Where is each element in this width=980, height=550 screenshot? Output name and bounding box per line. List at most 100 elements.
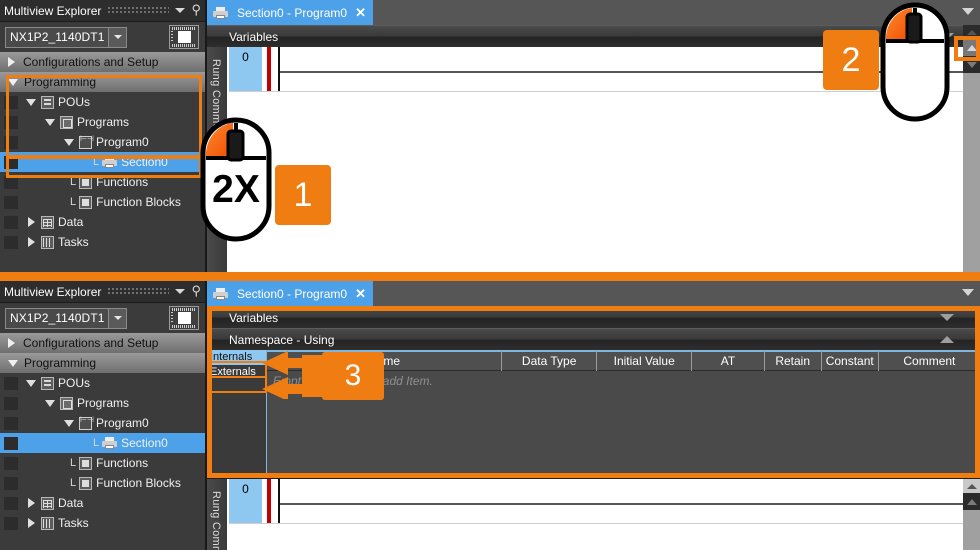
ladder-rung-line	[280, 503, 963, 505]
tab-section0-program0[interactable]: Section0 - Program0 ✕	[207, 0, 373, 25]
sidebar-item-tasks[interactable]: Tasks	[0, 232, 205, 252]
triangle-right-icon[interactable]	[28, 498, 35, 508]
sidebar-item-functions[interactable]: L Functions	[0, 453, 205, 473]
sidebar-item-section0[interactable]: L Section0	[0, 433, 205, 453]
tab-label: Section0 - Program0	[237, 286, 348, 301]
sidebar-item-data[interactable]: Data	[0, 493, 205, 513]
tasks-icon	[41, 516, 54, 530]
column-header-at[interactable]: AT	[692, 350, 765, 372]
ladder-row-separator	[229, 523, 963, 524]
rung-error-marker	[267, 47, 271, 91]
triangle-right-icon[interactable]	[28, 237, 35, 247]
editor-vertical-scrollbar-bottom[interactable]	[963, 479, 980, 550]
device-dropdown[interactable]: NX1P2_1140DT1	[5, 307, 128, 329]
device-dropdown[interactable]: NX1P2_1140DT1	[5, 26, 128, 48]
column-header-constant[interactable]: Constant	[822, 350, 879, 372]
controller-chip-icon	[169, 25, 199, 49]
project-tree-bottom: Configurations and Setup Programming POU…	[0, 333, 205, 533]
sidebar-item-program0[interactable]: Program0	[0, 132, 205, 152]
editor-vertical-scrollbar-top[interactable]	[963, 25, 980, 272]
scroll-up-arrow-icon[interactable]	[963, 39, 980, 56]
triangle-down-icon[interactable]	[8, 359, 18, 367]
program-icon	[79, 415, 94, 430]
sidebar-item-pous[interactable]: POUs	[0, 92, 205, 112]
pin-icon[interactable]: ⚲	[191, 284, 201, 297]
sidebar-item-configurations[interactable]: Configurations and Setup	[0, 333, 205, 353]
rung-comment-column: Rung Comment	[207, 479, 227, 550]
chevron-down-icon[interactable]	[962, 8, 974, 15]
column-header-initial-value[interactable]: Initial Value	[597, 350, 693, 372]
tab-externals[interactable]: Externals	[207, 365, 266, 380]
close-icon[interactable]: ✕	[355, 5, 366, 21]
program-icon	[79, 134, 94, 149]
column-header-name[interactable]: Name	[267, 350, 503, 372]
scroll-collapse-icon[interactable]	[963, 25, 980, 39]
sidebar-item-programming[interactable]: Programming	[0, 353, 205, 373]
close-icon[interactable]: ✕	[355, 286, 366, 302]
sidebar-item-program0[interactable]: Program0	[0, 413, 205, 433]
tasks-icon	[41, 235, 54, 249]
pou-icon	[41, 95, 54, 109]
mouse-double-click-icon: 2X	[200, 117, 272, 245]
triangle-down-icon[interactable]	[26, 98, 36, 106]
chevron-down-icon[interactable]	[175, 8, 186, 13]
sidebar-item-label: Section0	[121, 436, 168, 450]
bottom-screenshot-panel: Multiview Explorer ⚲ NX1P2_1140DT1 Confi…	[0, 281, 980, 550]
tab-section0-program0[interactable]: Section0 - Program0 ✕	[207, 281, 373, 306]
ladder-editor-bottom: Section0 - Program0 ✕ Variables Namespac…	[207, 281, 980, 550]
chevron-down-icon[interactable]	[108, 308, 127, 328]
multiview-explorer-titlebar: Multiview Explorer ⚲	[0, 0, 205, 22]
scroll-down-arrow-icon[interactable]	[963, 56, 980, 73]
multiview-explorer-titlebar: Multiview Explorer ⚲	[0, 281, 205, 303]
sidebar-item-programs[interactable]: Programs	[0, 112, 205, 132]
tab-internals[interactable]: Internals	[207, 350, 266, 365]
scrollbar-thumb[interactable]	[963, 73, 980, 272]
sidebar-item-programming[interactable]: Programming	[0, 72, 205, 92]
triangle-down-icon[interactable]	[8, 78, 18, 86]
sidebar-item-data[interactable]: Data	[0, 212, 205, 232]
section-ladder-icon	[102, 156, 118, 168]
triangle-right-icon[interactable]	[8, 338, 15, 348]
column-header-retain[interactable]: Retain	[765, 350, 822, 372]
chevron-up-icon[interactable]	[940, 336, 954, 343]
sidebar-item-function-blocks[interactable]: L Function Blocks	[0, 473, 205, 493]
data-icon	[41, 496, 54, 510]
sidebar-item-label: Functions	[96, 456, 149, 470]
device-selector-row: NX1P2_1140DT1	[0, 303, 205, 333]
triangle-right-icon[interactable]	[8, 57, 15, 67]
variables-section-label: Variables	[229, 29, 279, 44]
callout-number-3: 3	[322, 352, 384, 400]
sidebar-item-function-blocks[interactable]: L Function Blocks	[0, 192, 205, 212]
pin-icon[interactable]: ⚲	[191, 3, 201, 16]
function-block-icon	[79, 476, 93, 490]
scroll-collapse-icon[interactable]	[963, 479, 980, 493]
scrollbar-thumb[interactable]	[963, 510, 980, 550]
sidebar-item-section0[interactable]: L Section0	[0, 152, 205, 172]
device-selector-row: NX1P2_1140DT1	[0, 22, 205, 52]
sidebar-item-pous[interactable]: POUs	[0, 373, 205, 393]
sidebar-item-configurations[interactable]: Configurations and Setup	[0, 52, 205, 72]
scroll-up-arrow-icon[interactable]	[963, 493, 980, 510]
sidebar-item-label: Tasks	[58, 235, 89, 249]
triangle-down-icon[interactable]	[26, 379, 36, 387]
chevron-down-icon[interactable]	[940, 314, 954, 321]
triangle-down-icon[interactable]	[64, 138, 74, 146]
column-header-data-type[interactable]: Data Type	[502, 350, 598, 372]
chevron-down-icon[interactable]	[108, 27, 127, 47]
triangle-right-icon[interactable]	[28, 518, 35, 528]
sidebar-item-functions[interactable]: L Functions	[0, 172, 205, 192]
device-dropdown-value: NX1P2_1140DT1	[10, 310, 105, 325]
chevron-down-icon[interactable]	[962, 289, 974, 296]
variables-section-bar-bottom[interactable]: Variables	[207, 306, 980, 328]
ladder-canvas-bottom[interactable]: Rung Comment 0	[207, 479, 963, 550]
chevron-down-icon[interactable]	[175, 289, 186, 294]
sidebar-item-programs[interactable]: Programs	[0, 393, 205, 413]
namespace-section-bar[interactable]: Namespace - Using	[207, 328, 980, 350]
rung-comment-label: Rung Comment	[210, 491, 222, 550]
triangle-down-icon[interactable]	[64, 419, 74, 427]
triangle-right-icon[interactable]	[28, 217, 35, 227]
sidebar-item-tasks[interactable]: Tasks	[0, 513, 205, 533]
column-header-comment[interactable]: Comment	[879, 351, 980, 372]
triangle-down-icon[interactable]	[45, 118, 55, 126]
triangle-down-icon[interactable]	[45, 399, 55, 407]
